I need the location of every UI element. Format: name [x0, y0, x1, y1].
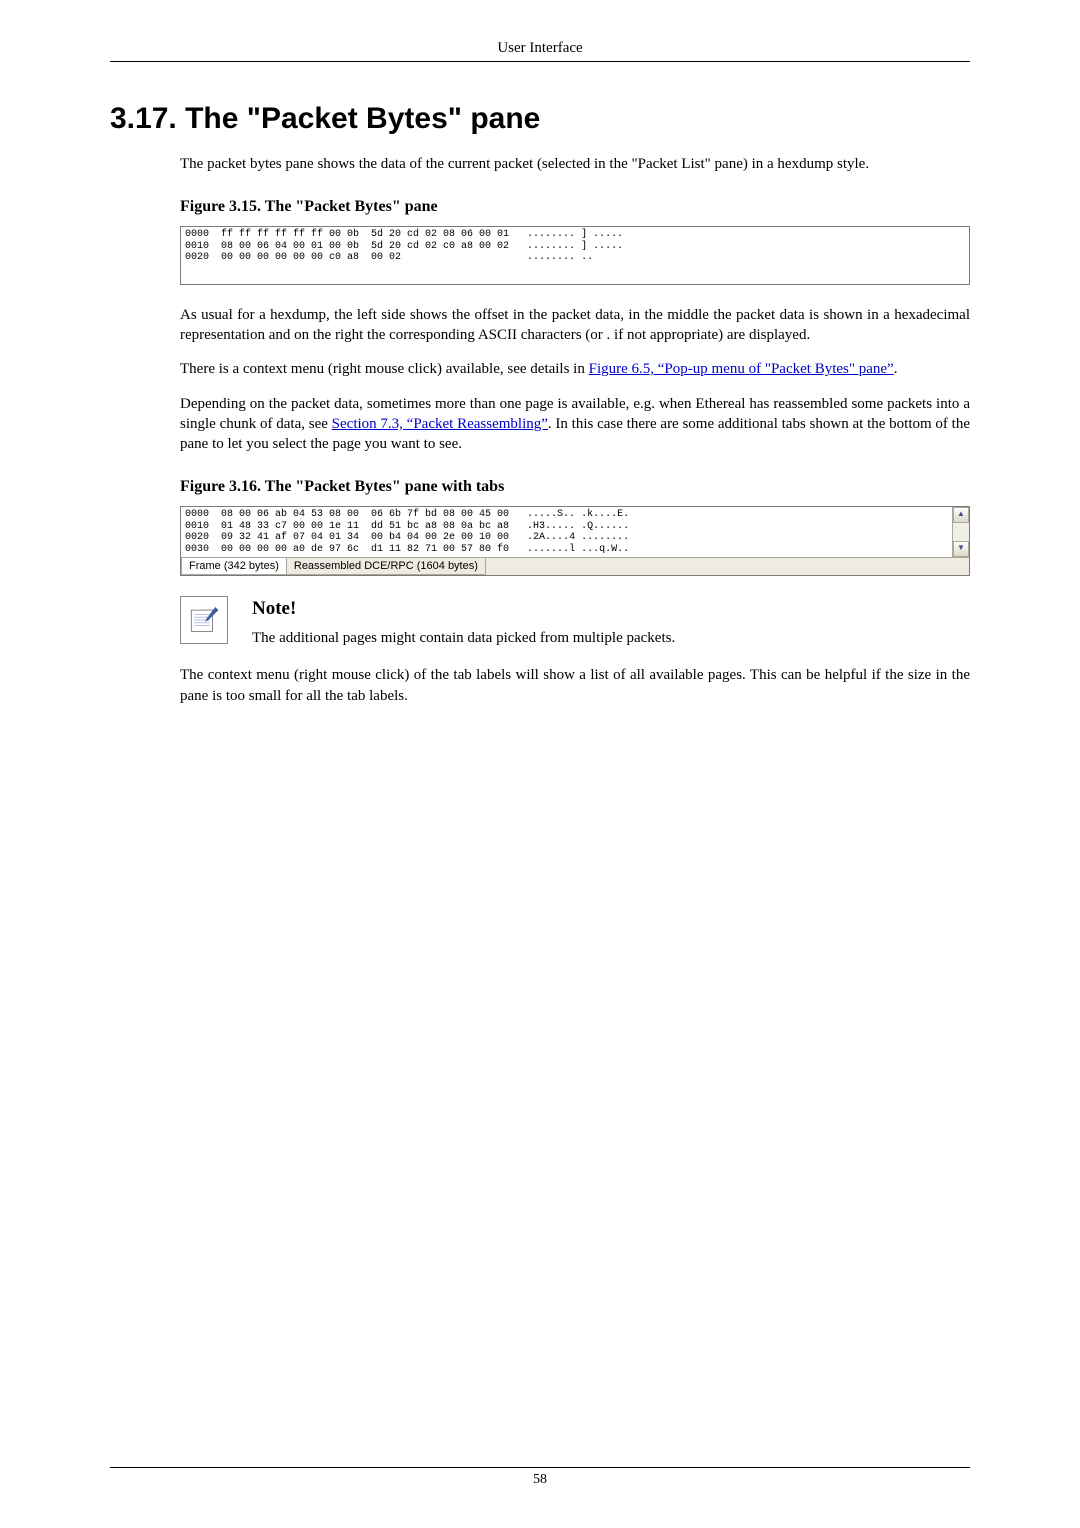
- vertical-scrollbar[interactable]: ▲ ▼: [952, 507, 969, 557]
- hexdump-pane-316: 0000 08 00 06 ab 04 53 08 00 06 6b 7f bd…: [180, 506, 970, 576]
- text: There is a context menu (right mouse cli…: [180, 361, 589, 377]
- hex-line: 0010 01 48 33 c7 00 00 1e 11 dd 51 bc a8…: [185, 521, 629, 532]
- link-section-7-3[interactable]: Section 7.3, “Packet Reassembling”: [332, 416, 548, 432]
- tab-reassembled[interactable]: Reassembled DCE/RPC (1604 bytes): [286, 558, 486, 575]
- hexdump-text-area[interactable]: 0000 08 00 06 ab 04 53 08 00 06 6b 7f bd…: [181, 507, 952, 557]
- note-icon: [180, 596, 228, 644]
- hex-line: 0000 08 00 06 ab 04 53 08 00 06 6b 7f bd…: [185, 509, 629, 520]
- hex-line: 0020 00 00 00 00 00 00 c0 a8 00 02 .....…: [185, 252, 593, 263]
- link-figure-6-5[interactable]: Figure 6.5, “Pop-up menu of "Packet Byte…: [589, 361, 894, 377]
- tab-frame[interactable]: Frame (342 bytes): [181, 558, 287, 575]
- chevron-down-icon: ▼: [957, 543, 965, 552]
- paragraph-intro: The packet bytes pane shows the data of …: [180, 154, 970, 174]
- scroll-up-button[interactable]: ▲: [953, 507, 969, 523]
- section-heading: 3.17. The "Packet Bytes" pane: [110, 102, 970, 136]
- notepad-pencil-icon: [187, 603, 221, 637]
- note-block: Note! The additional pages might contain…: [180, 596, 970, 647]
- hex-line: 0010 08 00 06 04 00 01 00 0b 5d 20 cd 02…: [185, 241, 623, 252]
- note-heading: Note!: [252, 598, 675, 620]
- section-number: 3.17.: [110, 102, 177, 135]
- paragraph-reassembly: Depending on the packet data, sometimes …: [180, 394, 970, 455]
- page-footer: 58: [110, 1467, 970, 1488]
- chevron-up-icon: ▲: [957, 509, 965, 518]
- tab-bar: Frame (342 bytes) Reassembled DCE/RPC (1…: [181, 557, 969, 575]
- text: .: [894, 361, 898, 377]
- header-title: User Interface: [497, 40, 582, 56]
- scroll-track[interactable]: [953, 523, 969, 541]
- hex-line: 0020 09 32 41 af 07 04 01 34 00 b4 04 00…: [185, 532, 629, 543]
- paragraph-tab-context: The context menu (right mouse click) of …: [180, 665, 970, 706]
- section-title-text: The "Packet Bytes" pane: [185, 102, 540, 135]
- note-text: The additional pages might contain data …: [252, 630, 675, 647]
- paragraph-context-menu: There is a context menu (right mouse cli…: [180, 359, 970, 379]
- hexdump-pane-315: 0000 ff ff ff ff ff ff 00 0b 5d 20 cd 02…: [180, 226, 970, 285]
- hex-line: 0030 00 00 00 00 a0 de 97 6c d1 11 82 71…: [185, 544, 629, 555]
- paragraph-hexdump-explain: As usual for a hexdump, the left side sh…: [180, 305, 970, 346]
- header-rule: [110, 61, 970, 62]
- scroll-down-button[interactable]: ▼: [953, 541, 969, 557]
- page-number: 58: [533, 1472, 547, 1487]
- hex-line: 0000 ff ff ff ff ff ff 00 0b 5d 20 cd 02…: [185, 229, 623, 240]
- figure-315-caption: Figure 3.15. The "Packet Bytes" pane: [180, 198, 970, 216]
- figure-316-caption: Figure 3.16. The "Packet Bytes" pane wit…: [180, 478, 970, 496]
- running-header: User Interface: [110, 40, 970, 61]
- footer-rule: [110, 1467, 970, 1468]
